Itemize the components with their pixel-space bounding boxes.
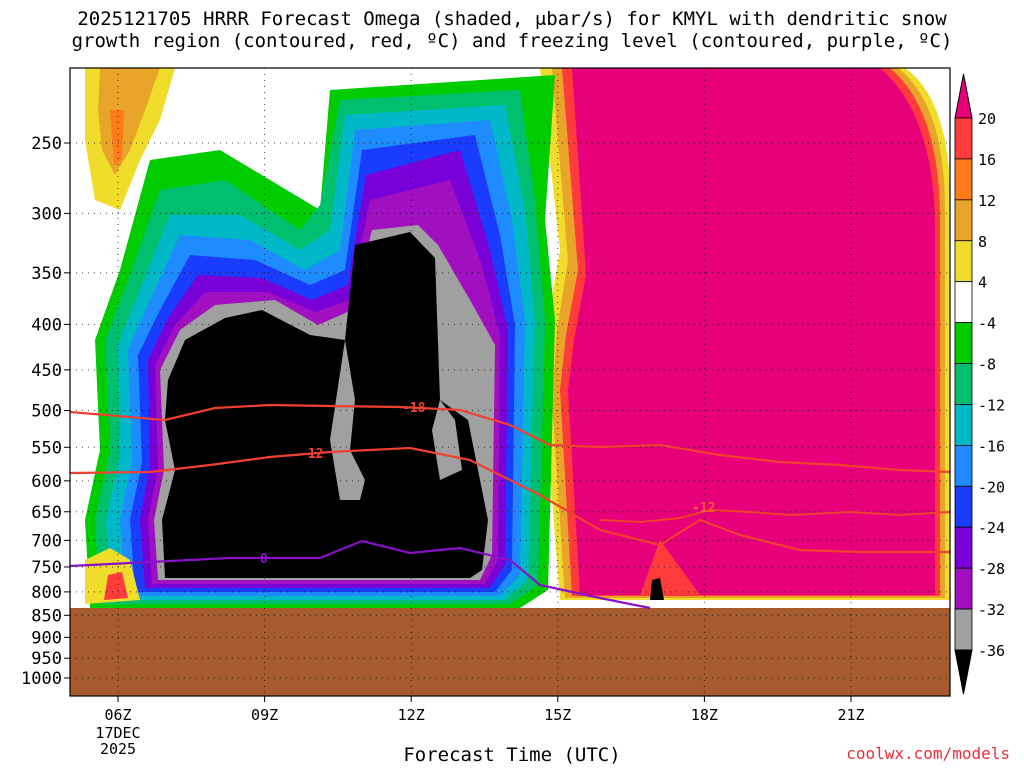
y-tick-label: 250 — [31, 134, 62, 154]
colorbar-swatch — [954, 363, 973, 405]
dgz-label-3: -12 — [692, 501, 715, 516]
y-tick-label: 350 — [31, 264, 62, 284]
colorbar-label: -28 — [978, 560, 1005, 578]
y-tick-label: 500 — [31, 402, 62, 422]
y-tick-label: 1000 — [21, 669, 62, 689]
y-tick-label: 750 — [31, 558, 62, 578]
colorbar-label: 8 — [978, 233, 987, 251]
colorbar-swatch — [954, 240, 973, 283]
colorbar-label: -12 — [978, 396, 1005, 414]
omega-positive-core — [568, 68, 935, 595]
y-tick-label: 950 — [31, 649, 62, 669]
colorbar-swatch — [954, 404, 973, 446]
x-tick-label: 09Z — [251, 706, 278, 724]
colorbar-swatch — [954, 444, 973, 487]
watermark: coolwx.com/models — [846, 744, 1010, 763]
y-tick-label: 450 — [31, 361, 62, 381]
dgz-label-2: -12 — [300, 447, 323, 462]
below-ground-fill — [70, 608, 950, 696]
colorbar-label: -32 — [978, 601, 1005, 619]
colorbar-swatch — [954, 322, 973, 364]
y-tick-label: 650 — [31, 503, 62, 523]
colorbar-label: 12 — [978, 192, 996, 210]
colorbar-label: 4 — [978, 274, 987, 292]
y-tick-label: 700 — [31, 531, 62, 551]
colorbar-label: 20 — [978, 110, 996, 128]
colorbar-label: 16 — [978, 151, 996, 169]
colorbar-swatch — [954, 485, 973, 528]
colorbar-swatch — [954, 199, 973, 242]
y-tick-label: 900 — [31, 628, 62, 648]
colorbar-swatch — [954, 608, 973, 651]
colorbar-swatch — [954, 117, 973, 160]
x-tick-label: 18Z — [691, 706, 718, 724]
y-tick-label: 600 — [31, 472, 62, 492]
x-axis: 06Z 09Z 12Z 15Z 18Z 21Z — [104, 696, 865, 724]
x-tick-label: 15Z — [544, 706, 571, 724]
colorbar-swatch — [954, 158, 973, 201]
x-tick-label: 12Z — [398, 706, 425, 724]
freezing-label: 0 — [260, 552, 268, 567]
colorbar-label: -36 — [978, 642, 1005, 660]
colorbar-label: -4 — [978, 315, 996, 333]
colorbar-swatch — [954, 567, 973, 610]
y-tick-label: 400 — [31, 315, 62, 335]
colorbar-swatch — [954, 526, 973, 569]
x-tick-label: 21Z — [837, 706, 864, 724]
colorbar: 20 16 12 8 4 -4 -8 -12 -16 -20 -24 -28 -32 -36 — [954, 73, 1005, 695]
y-tick-label: 850 — [31, 606, 62, 626]
y-tick-label: 550 — [31, 438, 62, 458]
y-tick-label: 800 — [31, 583, 62, 603]
colorbar-label: -24 — [978, 519, 1005, 537]
colorbar-label: -8 — [978, 356, 996, 374]
y-axis: 2503003504004505005506006507007508008509… — [21, 134, 70, 689]
colorbar-bottom-arrow — [954, 649, 973, 695]
x-tick-label: 06Z — [104, 706, 131, 724]
colorbar-label: -16 — [978, 437, 1005, 455]
omega-cross-section-chart: -18 -12 -12 0 250 300 350 400 450 500 550 600 65… — [21, 67, 1005, 758]
dgz-label-1: -18 — [402, 401, 426, 416]
y-tick-label: 300 — [31, 204, 62, 224]
colorbar-swatch — [954, 281, 973, 324]
colorbar-label: -20 — [978, 478, 1005, 496]
colorbar-top-arrow — [954, 73, 973, 119]
